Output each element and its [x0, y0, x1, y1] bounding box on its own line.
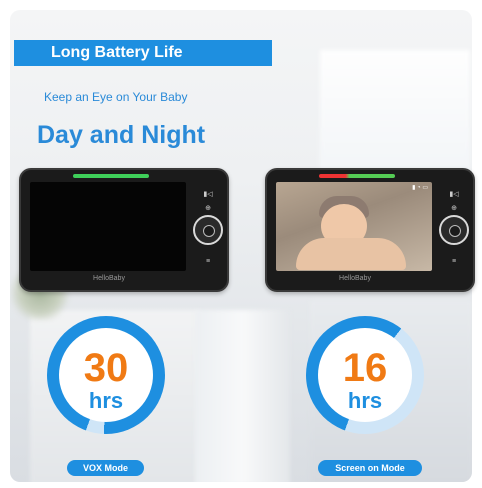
battery-hours-value: 16: [342, 346, 388, 390]
baby-body: [296, 238, 406, 270]
monitor-screen-off: [30, 182, 186, 271]
banner-title: Long Battery Life: [51, 44, 183, 61]
mode-badge-screen-on: Screen on Mode: [318, 460, 422, 476]
monitor-screen-on: ▮ ◔ ▭ ▮◁ ⊕ ≡ HelloBaby: [265, 168, 475, 292]
monitor-brand: HelloBaby: [93, 275, 125, 282]
talk-icon: ▮◁: [449, 191, 459, 198]
zoom-icon: ⊕: [451, 205, 457, 212]
mode-badge-vox: VOX Mode: [67, 460, 144, 476]
monitor-screen-baby: ▮ ◔ ▭: [276, 182, 432, 271]
monitor-vox: ▮◁ ⊕ ≡ HelloBaby: [19, 168, 229, 292]
status-icons: ▮ ◔ ▭: [412, 185, 428, 191]
background-door: [195, 310, 290, 482]
monitor-brand: HelloBaby: [339, 275, 371, 282]
menu-icon: ≡: [205, 258, 211, 265]
menu-icon: ≡: [451, 258, 457, 265]
battery-ring-vox: 30 hrs: [47, 316, 165, 434]
battery-hours-value: 30: [83, 346, 129, 390]
tagline: Keep an Eye on Your Baby: [44, 90, 188, 104]
dpad-control: [193, 215, 223, 245]
battery-hours-unit: hrs: [88, 388, 124, 413]
battery-hours-unit: hrs: [347, 388, 383, 413]
title-banner: Long Battery Life: [14, 40, 272, 66]
headline: Day and Night: [37, 121, 206, 149]
sound-level-bar: [73, 174, 149, 178]
zoom-icon: ⊕: [205, 205, 211, 212]
sound-level-bar: [319, 174, 395, 178]
dpad-control: [439, 215, 469, 245]
talk-icon: ▮◁: [203, 191, 213, 198]
battery-ring-screen-on: 16 hrs: [306, 316, 424, 434]
